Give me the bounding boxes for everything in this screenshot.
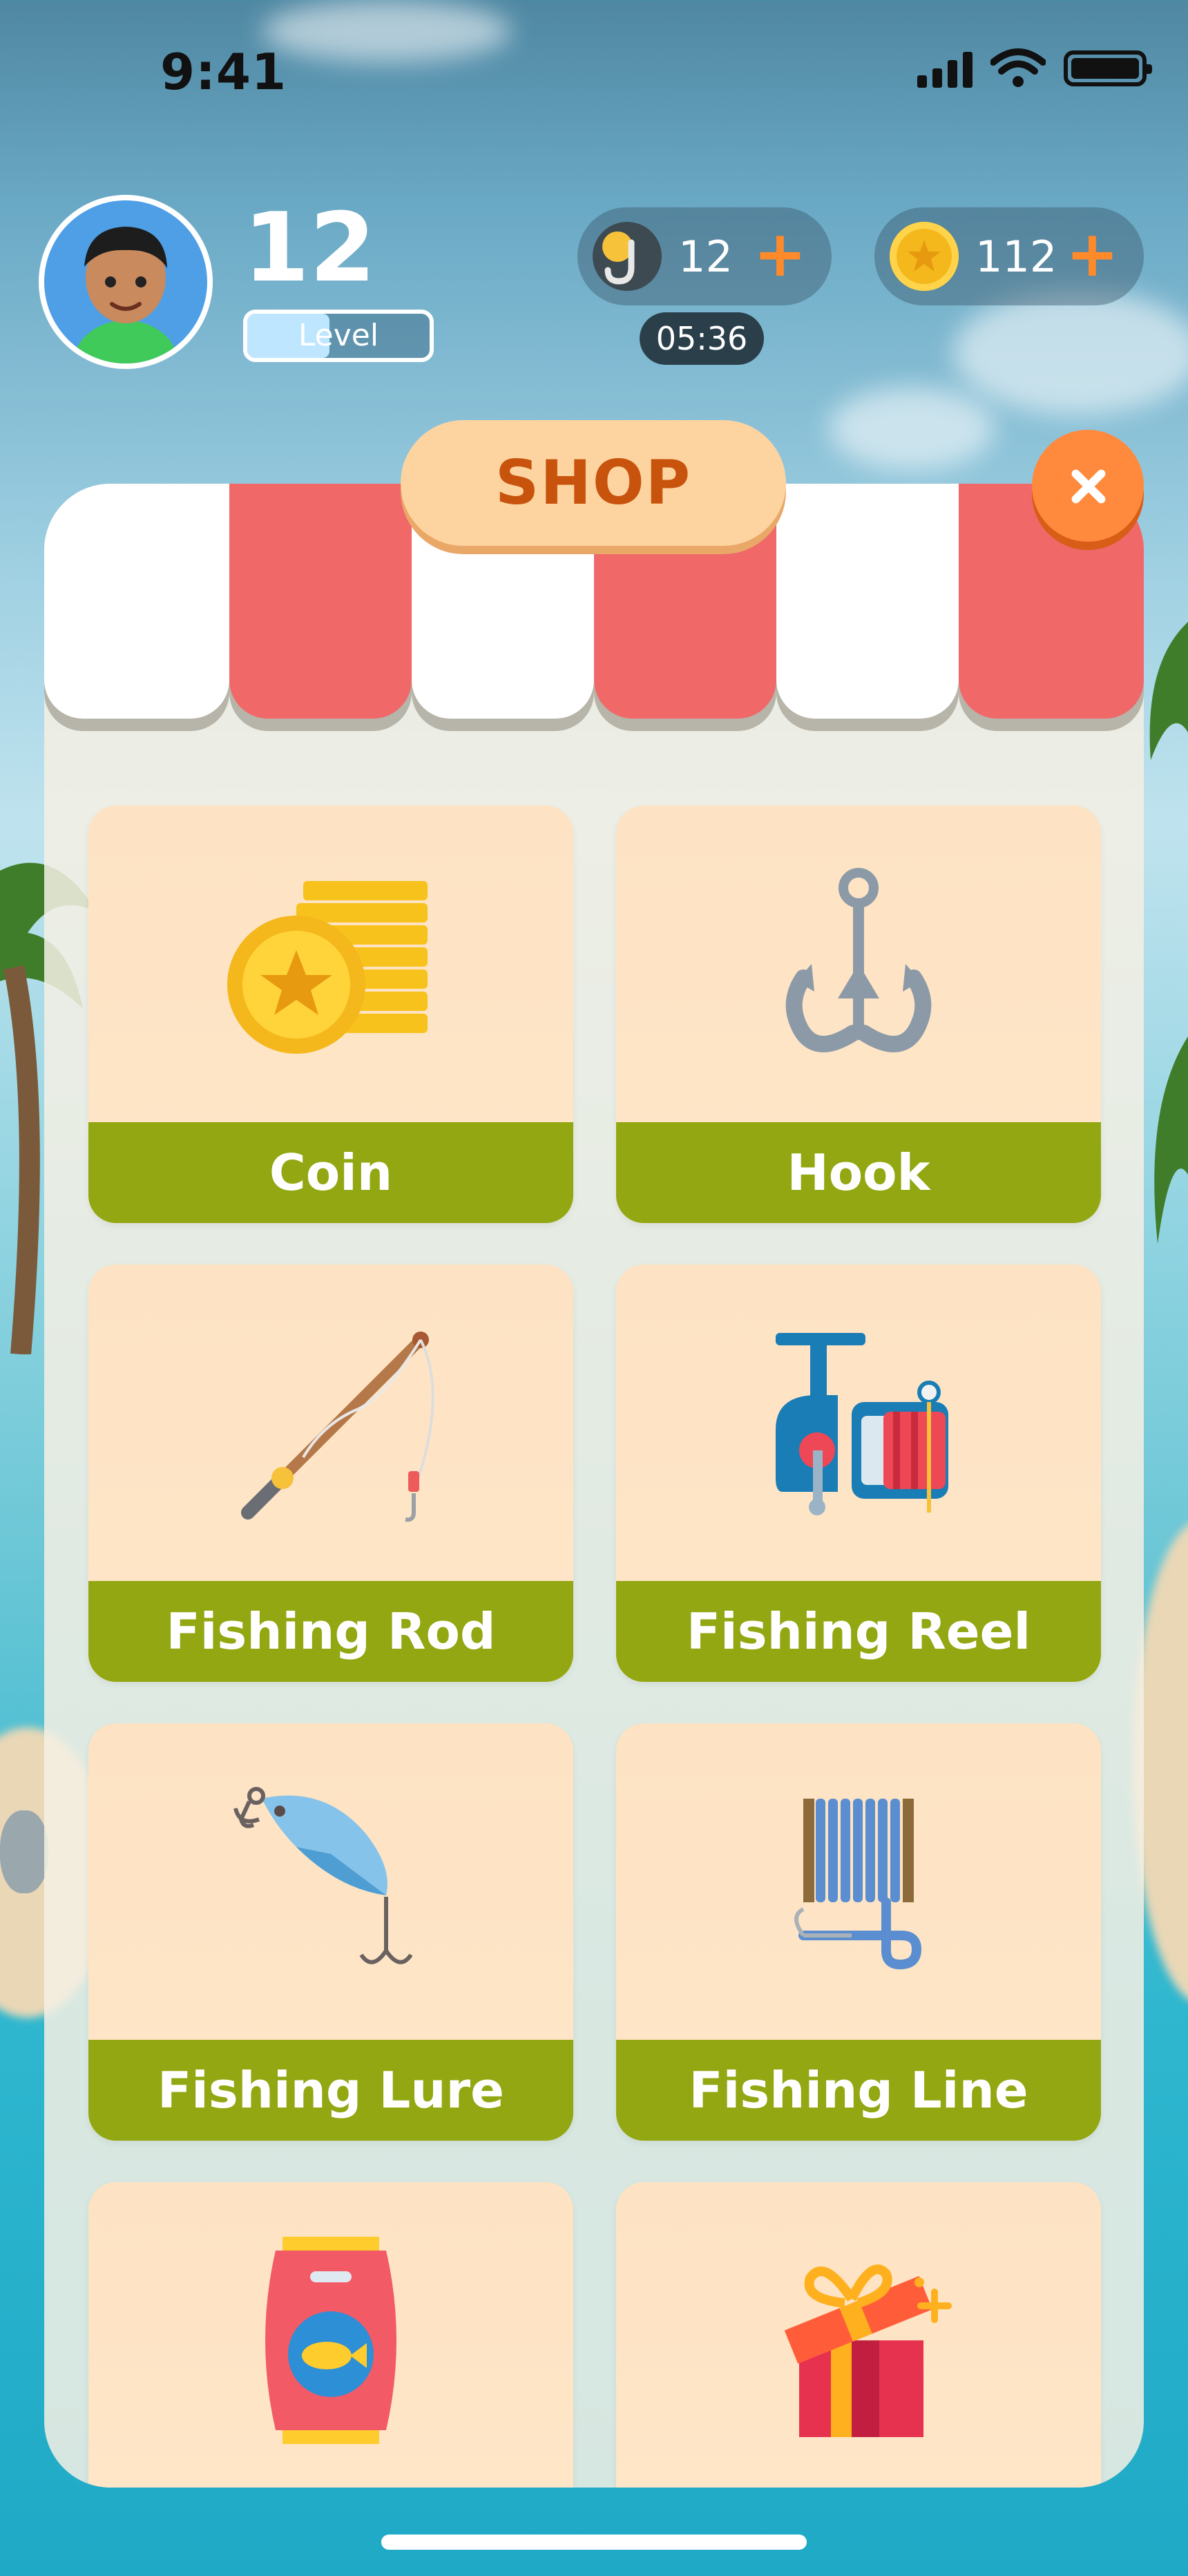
shop-panel: Coin Hook Fishing Rod Fishing Reel Fishi… (44, 484, 1144, 2488)
shop-item-fishing-reel[interactable]: Fishing Reel (616, 1265, 1101, 1682)
avatar-face-icon (72, 227, 180, 363)
awning-stripe (229, 484, 412, 719)
level-progress-bar: Level (243, 310, 434, 362)
coin-resource-pill: 112 + (874, 207, 1144, 305)
coin-stack-icon (88, 806, 573, 1122)
fish-bait-bag-icon (88, 2182, 573, 2488)
coin-count: 112 (975, 231, 1057, 282)
hook-count: 12 (678, 231, 733, 282)
shop-item-fishing-lure[interactable]: Fishing Lure (88, 1723, 573, 2141)
avatar-portrait (44, 200, 207, 363)
status-icons (917, 48, 1152, 88)
shop-item-label: Fishing Rod (88, 1581, 573, 1682)
shop-item-hook[interactable]: Hook (616, 806, 1101, 1223)
player-avatar[interactable] (39, 195, 213, 369)
wifi-icon (990, 48, 1046, 87)
fishing-line-icon (616, 1723, 1101, 2040)
fishing-lure-icon (88, 1723, 573, 2040)
hook-resource-icon (593, 222, 662, 291)
shop-item-gift[interactable] (616, 2182, 1101, 2488)
level-label: Level (298, 318, 379, 353)
shop-item-coin[interactable]: Coin (88, 806, 573, 1223)
awning-stripe (776, 484, 959, 719)
add-hooks-button[interactable]: + (754, 217, 807, 291)
shop-item-fishing-rod[interactable]: Fishing Rod (88, 1265, 573, 1682)
shop-item-fishing-line[interactable]: Fishing Line (616, 1723, 1101, 2141)
add-coins-button[interactable]: + (1066, 217, 1119, 291)
cellular-signal-icon (917, 49, 973, 88)
player-level-number: 12 (243, 192, 376, 303)
gift-box-icon (616, 2182, 1101, 2488)
home-indicator[interactable] (381, 2535, 807, 2550)
hook-refill-timer: 05:36 (640, 312, 764, 365)
shop-title: SHOP (401, 420, 786, 546)
coin-resource-icon (890, 222, 959, 291)
shop-item-label: Fishing Lure (88, 2040, 573, 2141)
awning-stripe (44, 484, 229, 719)
shop-item-label: Fishing Reel (616, 1581, 1101, 1682)
status-time: 9:41 (160, 43, 287, 101)
fishing-reel-icon (616, 1265, 1101, 1581)
shop-item-label: Hook (616, 1122, 1101, 1223)
battery-icon (1064, 50, 1152, 86)
shop-item-label: Coin (88, 1122, 573, 1223)
shop-item-label: Fishing Line (616, 2040, 1101, 2141)
close-shop-button[interactable] (1032, 430, 1144, 542)
fishing-rod-icon (88, 1265, 573, 1581)
shop-item-fish-bait[interactable] (88, 2182, 573, 2488)
hook-resource-pill: 12 + (577, 207, 832, 305)
hook-icon (616, 806, 1101, 1122)
